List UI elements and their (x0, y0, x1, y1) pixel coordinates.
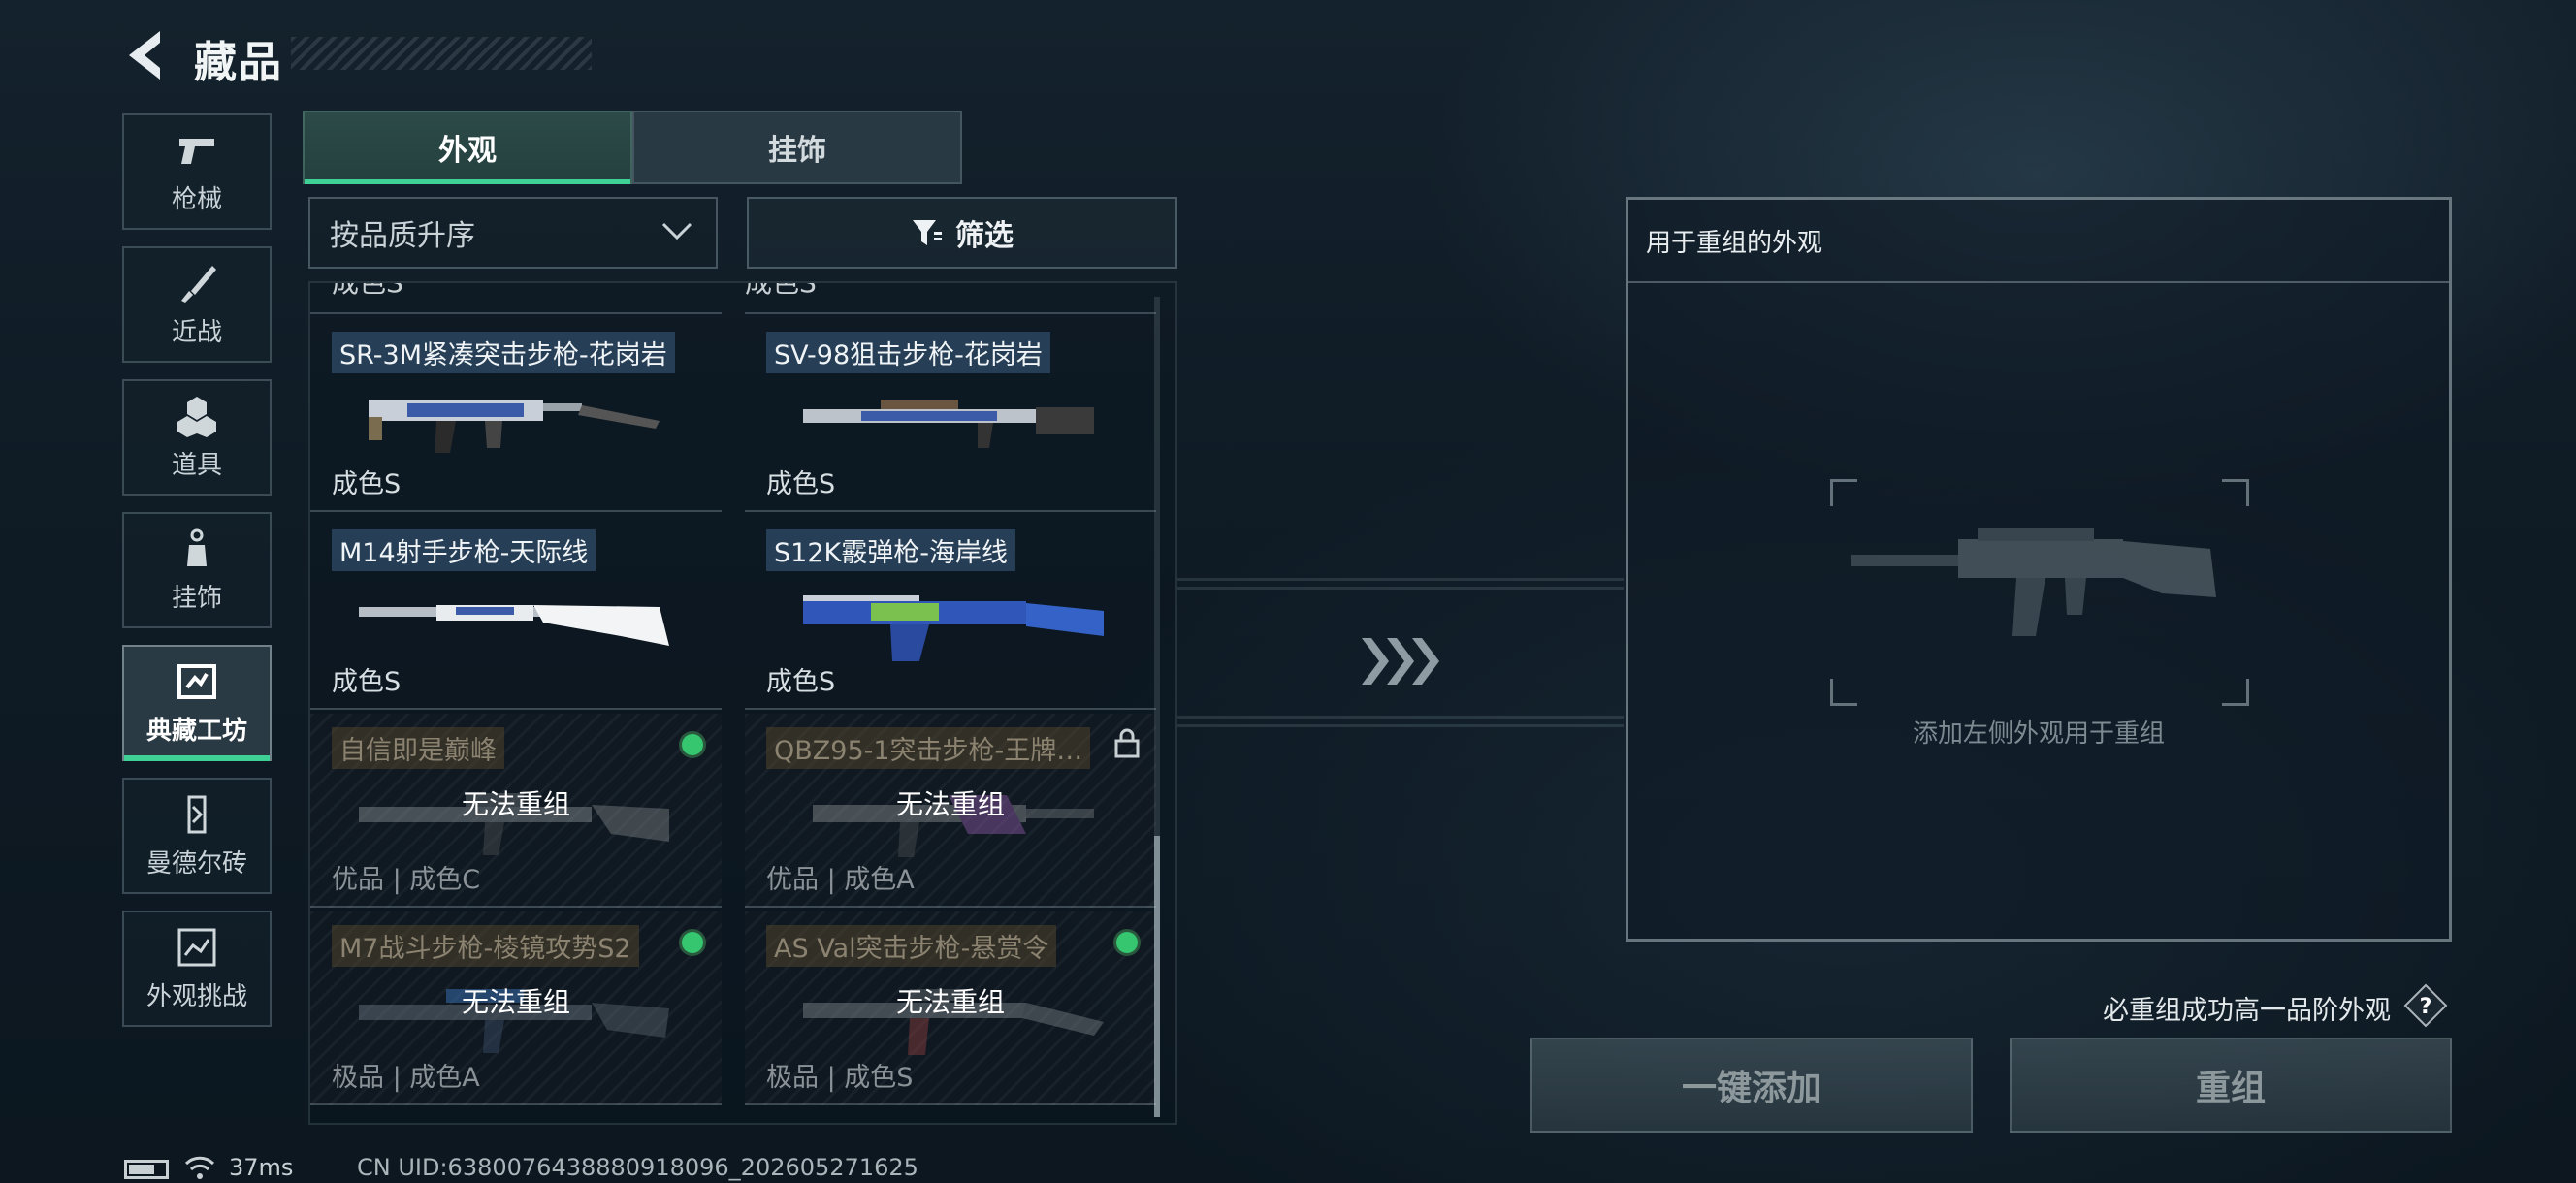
uid-text: CN UID:6380076438880918096_202605271625 (357, 1154, 918, 1181)
sort-value: 按品质升序 (330, 219, 475, 253)
panel-hint: 添加左侧外观用于重组 (1912, 719, 2165, 749)
tab-charms[interactable]: 挂饰 (632, 111, 962, 184)
guarantee-text: 必重组成功高一品阶外观 (2103, 996, 2391, 1026)
category-melee[interactable]: 近战 (122, 246, 272, 363)
skin-card[interactable]: M14射手步枪-天际线 成色S (310, 516, 722, 710)
frame-corner (1830, 679, 1857, 706)
panel-title: 用于重组的外观 (1646, 229, 1823, 258)
knife-icon (176, 262, 218, 304)
sort-dropdown[interactable]: 按品质升序 (308, 197, 718, 269)
skin-card-locked: 自信即是巅峰 无法重组 优品 | 成色C (310, 714, 722, 908)
recompose-button[interactable]: 重组 (2010, 1038, 2452, 1133)
shotgun-image (803, 595, 1104, 661)
category-appearance-challenge[interactable]: 外观挑战 (122, 911, 272, 1027)
ping-text: 37ms (229, 1154, 294, 1181)
title-decoration (291, 37, 592, 70)
grenade-icon (176, 395, 218, 437)
help-icon[interactable]: ? (2403, 983, 2448, 1028)
pistol-icon (176, 129, 218, 172)
filter-icon (913, 220, 942, 245)
recompose-panel: 用于重组的外观 添加左侧外观用于重组 (1626, 197, 2452, 942)
equipped-indicator (679, 929, 706, 956)
filter-button[interactable]: 筛选 (747, 197, 1177, 269)
wifi-icon (184, 1156, 215, 1179)
battery-icon (124, 1160, 169, 1179)
rifle-image (359, 605, 669, 646)
one-click-add-button[interactable]: 一键添加 (1530, 1038, 1973, 1133)
connector-line (1177, 578, 1624, 590)
recompose-label: 重组 (2195, 1069, 2266, 1108)
chevron-down-icon (661, 222, 692, 240)
brick-icon (176, 793, 218, 836)
challenge-icon (176, 926, 218, 969)
skin-card[interactable]: S12K霰弹枪-海岸线 成色S (745, 516, 1156, 710)
skin-card-locked: QBZ95-1突击步枪-王牌… 无法重组 优品 | 成色A (745, 714, 1156, 908)
partial-condition-left: 成色S (332, 281, 403, 299)
equipped-indicator (1113, 929, 1141, 956)
skin-card[interactable]: SR-3M紧凑突击步枪-花岗岩 成色S (310, 318, 722, 512)
workshop-icon (176, 660, 218, 703)
triple-chevron-right-icon (1362, 638, 1439, 685)
category-charms[interactable]: 挂饰 (122, 512, 272, 628)
one-click-add-label: 一键添加 (1681, 1069, 1821, 1108)
skin-list[interactable]: 成色S 成色S SR-3M紧凑突击步枪-花岗岩 成色S SV-98狙击步枪-花岗… (308, 281, 1177, 1125)
list-scroll-thumb[interactable] (1154, 836, 1160, 1117)
connector-line (1177, 716, 1624, 727)
rifle-image (803, 400, 1094, 448)
frame-corner (2222, 679, 2249, 706)
charm-icon (176, 528, 218, 570)
lock-icon (1114, 728, 1140, 758)
tab-appearance[interactable]: 外观 (303, 111, 632, 184)
category-workshop[interactable]: 典藏工坊 (122, 645, 272, 761)
filter-label: 筛选 (955, 219, 1014, 253)
page-title: 藏品 (194, 38, 283, 87)
skin-card-locked: M7战斗步枪-棱镜攻势S2 无法重组 极品 | 成色A (310, 911, 722, 1105)
help-text: ? (2420, 995, 2432, 1019)
category-guns[interactable]: 枪械 (122, 113, 272, 230)
equipped-indicator (679, 731, 706, 758)
rifle-placeholder-icon[interactable] (1832, 500, 2239, 646)
partial-condition-right: 成色S (745, 281, 817, 299)
category-items[interactable]: 道具 (122, 379, 272, 496)
category-mandel-brick[interactable]: 曼德尔砖 (122, 778, 272, 894)
skin-card[interactable]: SV-98狙击步枪-花岗岩 成色S (745, 318, 1156, 512)
back-arrow-icon[interactable] (121, 27, 170, 83)
panel-divider (1628, 281, 2449, 283)
skin-card-locked: AS Val突击步枪-悬赏令 无法重组 极品 | 成色S (745, 911, 1156, 1105)
rifle-image (369, 400, 660, 453)
